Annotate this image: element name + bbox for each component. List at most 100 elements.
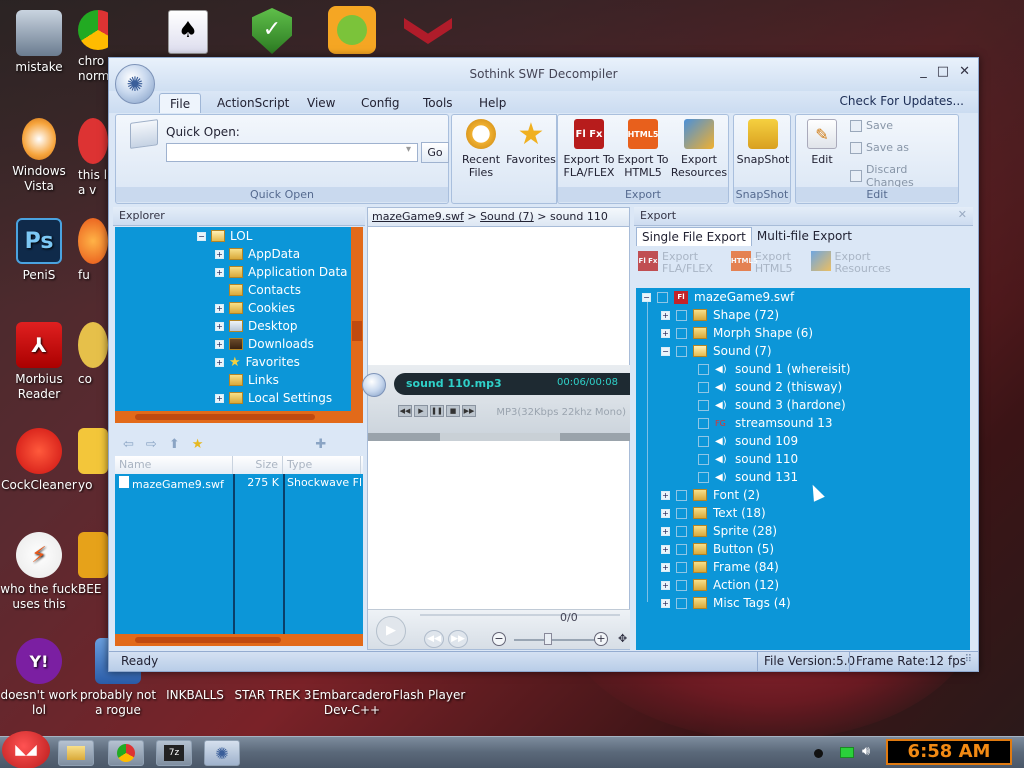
scrollbar-thumb[interactable] <box>352 321 362 341</box>
tree-item-desktop[interactable]: + Desktop <box>215 317 298 335</box>
play-icon[interactable]: ▶ <box>376 616 406 646</box>
tree-item-sound-109[interactable]: ◀) sound 109 <box>698 432 798 450</box>
checkbox[interactable] <box>657 291 668 303</box>
tab-config[interactable]: Config <box>351 93 410 113</box>
checkbox[interactable] <box>698 363 709 375</box>
checkbox[interactable] <box>698 381 709 393</box>
swf-progress-bar[interactable] <box>420 614 620 616</box>
play-icon[interactable]: ▶ <box>414 405 428 417</box>
desktop-icon-chrome[interactable]: chro norm <box>78 10 108 84</box>
table-row[interactable]: mazeGame9.swf 275 K Shockwave Fl <box>115 474 363 492</box>
export-fla-button[interactable]: Fl Fx Export To FLA/FLEX <box>562 119 616 179</box>
expand-icon[interactable]: + <box>661 562 670 572</box>
collapse-icon[interactable]: − <box>642 292 651 302</box>
column-name[interactable]: Name <box>115 456 233 474</box>
checkbox[interactable] <box>676 345 687 357</box>
tree-item-font[interactable]: + Font (2) <box>661 486 760 504</box>
tab-actionscript[interactable]: ActionScript <box>207 93 299 113</box>
tree-item-action[interactable]: + Action (12) <box>661 576 779 594</box>
expand-icon[interactable]: + <box>215 357 224 367</box>
zoom-slider[interactable] <box>514 639 594 641</box>
export-resources-button[interactable]: Export Resources <box>670 119 728 179</box>
export-html5-disabled-button[interactable]: HTML5 Export HTML5 <box>730 251 793 285</box>
volume-icon[interactable]: 🔊︎ <box>862 744 870 759</box>
tree-item-sound-2[interactable]: ◀) sound 2 (thisway) <box>698 378 842 396</box>
checkbox[interactable] <box>698 453 709 465</box>
checkbox[interactable] <box>698 417 709 429</box>
save-as-button[interactable]: Save as <box>850 141 909 154</box>
expand-icon[interactable]: + <box>661 598 670 608</box>
up-folder-icon[interactable]: ⬆ <box>169 437 180 452</box>
forward-arrow-icon[interactable]: ⇨ <box>146 437 157 452</box>
taskbar-swf-decompiler-button[interactable]: ✺ <box>204 740 240 766</box>
desktop-icon-yo[interactable]: yo <box>78 428 108 493</box>
tree-item-frame[interactable]: + Frame (84) <box>661 558 779 576</box>
column-size[interactable]: Size <box>233 456 283 474</box>
tree-item-sound-1[interactable]: ◀) sound 1 (whereisit) <box>698 360 851 378</box>
expand-icon[interactable]: + <box>215 249 224 259</box>
tree-item-links[interactable]: Links <box>229 371 279 389</box>
checkbox[interactable] <box>698 435 709 447</box>
desktop-icon-co[interactable]: co <box>78 322 108 387</box>
zoom-in-icon[interactable]: + <box>594 632 608 646</box>
expand-icon[interactable]: + <box>661 328 670 338</box>
checkbox[interactable] <box>676 507 687 519</box>
expand-icon[interactable]: + <box>215 339 224 349</box>
breadcrumb-sound[interactable]: Sound (7) <box>480 210 534 223</box>
expand-icon[interactable]: + <box>215 267 224 277</box>
desktop-icon-this[interactable]: this l a v <box>78 118 108 198</box>
desktop-icon-penis[interactable]: Ps PeniS <box>0 218 78 283</box>
pause-icon[interactable]: ❚❚ <box>430 405 444 417</box>
back-arrow-icon[interactable]: ⇦ <box>123 437 134 452</box>
title-bar[interactable]: Sothink SWF Decompiler _ □ ✕ <box>109 58 978 91</box>
quick-open-input[interactable]: ▾ <box>166 143 418 162</box>
tree-item-text[interactable]: + Text (18) <box>661 504 766 522</box>
desktop-icon-morbius-reader[interactable]: ⅄ Morbius Reader <box>0 322 78 402</box>
tree-item-button[interactable]: + Button (5) <box>661 540 774 558</box>
collapse-icon[interactable]: − <box>661 346 670 356</box>
tree-item-downloads[interactable]: + Downloads <box>215 335 314 353</box>
dropdown-arrow-icon[interactable]: ▾ <box>406 144 411 155</box>
notification-dot-icon[interactable] <box>814 749 823 758</box>
start-button[interactable]: ◣◢ <box>2 731 50 768</box>
tree-item-contacts[interactable]: Contacts <box>229 281 301 299</box>
desktop-icon-fu[interactable]: fu <box>78 218 108 283</box>
checkbox[interactable] <box>698 471 709 483</box>
tab-single-file-export[interactable]: Single File Export <box>636 227 752 246</box>
tree-root[interactable]: − Fl mazeGame9.swf <box>642 288 794 306</box>
export-resources-disabled-button[interactable]: Export Resources <box>810 251 891 285</box>
resize-grip-icon[interactable]: ⠿ <box>965 654 972 665</box>
desktop-icon-bee[interactable]: BEE <box>78 532 108 597</box>
expand-icon[interactable]: + <box>661 580 670 590</box>
favorite-star-icon[interactable]: ★ <box>192 437 204 452</box>
expand-icon[interactable]: + <box>215 393 224 403</box>
collapse-icon[interactable]: − <box>197 231 206 241</box>
checkbox[interactable] <box>676 309 687 321</box>
desktop-icon-cockcleaner[interactable]: CockCleaner <box>0 428 78 493</box>
favorites-button[interactable]: ★ Favorites <box>506 119 556 166</box>
tree-item-sound-3[interactable]: ◀) sound 3 (hardone) <box>698 396 846 414</box>
move-icon[interactable]: ✥ <box>618 632 627 645</box>
taskbar-chrome-button[interactable] <box>108 740 144 766</box>
checkbox[interactable] <box>676 327 687 339</box>
tree-item-application-data[interactable]: + Application Data <box>215 263 348 281</box>
tree-item-misc-tags[interactable]: + Misc Tags (4) <box>661 594 791 612</box>
recent-files-button[interactable]: Recent Files <box>458 119 504 179</box>
expand-icon[interactable]: + <box>661 544 670 554</box>
expand-icon[interactable]: + <box>661 508 670 518</box>
tab-file[interactable]: File <box>159 93 202 113</box>
minimize-button[interactable]: _ <box>920 64 927 79</box>
next-frame-icon[interactable]: ▶▶ <box>448 630 468 648</box>
tree-item-cookies[interactable]: + Cookies <box>215 299 295 317</box>
filelist-horizontal-scrollbar[interactable] <box>115 634 363 646</box>
tree-item-sound-131[interactable]: ◀) sound 131 <box>698 468 798 486</box>
clock[interactable]: 6:58 AM <box>886 739 1012 765</box>
checkbox[interactable] <box>676 597 687 609</box>
desktop-icon-bad-piggies[interactable] <box>328 6 376 54</box>
checkbox[interactable] <box>676 561 687 573</box>
discard-changes-button[interactable]: Discard Changes <box>850 163 958 189</box>
desktop-icon-windows-vista[interactable]: Windows Vista <box>0 118 78 194</box>
tree-item-sprite[interactable]: + Sprite (28) <box>661 522 777 540</box>
tree-item-sound[interactable]: − Sound (7) <box>661 342 772 360</box>
checkbox[interactable] <box>676 543 687 555</box>
